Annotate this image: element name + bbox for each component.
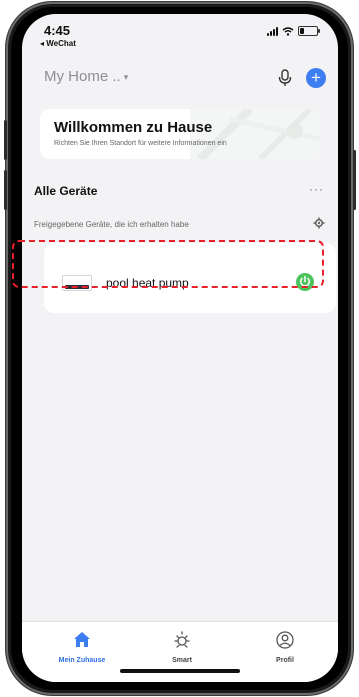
volume-button	[4, 170, 7, 210]
highlight-annotation	[12, 240, 324, 288]
welcome-title: Willkommen zu Hause	[54, 119, 213, 136]
tab-label: Smart	[172, 657, 192, 664]
home-header: My Home .. ▾ +	[22, 62, 338, 92]
tab-profil[interactable]: Profil	[250, 630, 320, 664]
profile-icon	[276, 631, 294, 649]
home-name: My Home ..	[44, 68, 121, 85]
chevron-down-icon: ▾	[123, 71, 129, 82]
all-devices-title: Alle Geräte	[34, 184, 98, 198]
back-to-app-link[interactable]: ◂ WeChat	[40, 39, 76, 48]
status-icons	[267, 26, 320, 36]
add-device-button[interactable]: +	[306, 68, 326, 88]
tab-label: Profil	[276, 657, 294, 664]
tab-label: Mein Zuhause	[58, 657, 106, 664]
microphone-icon[interactable]	[276, 68, 294, 88]
more-icon[interactable]: ···	[309, 182, 324, 196]
wifi-icon	[282, 26, 294, 36]
app-screen: 4:45 ◂ WeChat My Home .. ▾ + Willkommen …	[22, 14, 338, 682]
tab-smart[interactable]: Smart	[147, 630, 217, 664]
bottom-tab-bar: Mein Zuhause Smart Profil	[22, 621, 338, 682]
status-time: 4:45	[44, 23, 71, 38]
welcome-card[interactable]: Willkommen zu Hause Richten Sie Ihren St…	[40, 109, 320, 159]
status-bar: 4:45 ◂ WeChat	[22, 14, 338, 58]
shared-devices-label: Freigegebene Geräte, die ich erhalten ha…	[34, 220, 189, 229]
power-side-button	[353, 150, 356, 210]
volume-button	[4, 120, 7, 160]
welcome-subtitle: Richten Sie Ihren Standort für weitere I…	[54, 140, 227, 147]
sun-icon	[174, 631, 190, 648]
home-indicator[interactable]	[120, 669, 240, 673]
home-selector[interactable]: My Home .. ▾	[44, 68, 128, 85]
home-icon	[74, 632, 90, 647]
signal-icon	[267, 26, 278, 36]
gear-icon[interactable]	[313, 217, 325, 229]
battery-icon	[298, 26, 320, 36]
tab-mein-zuhause[interactable]: Mein Zuhause	[47, 630, 117, 664]
